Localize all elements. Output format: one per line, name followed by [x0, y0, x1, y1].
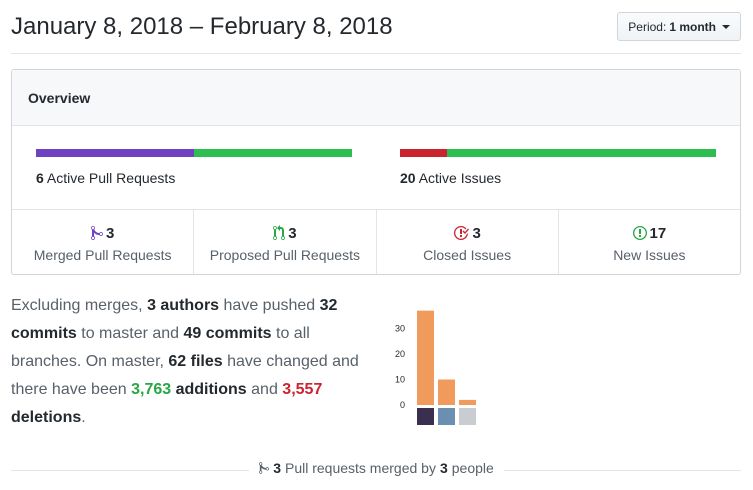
- commit-bar[interactable]: [417, 310, 434, 405]
- author-avatar[interactable]: [438, 408, 455, 425]
- active-pull-requests-label: Active Pull Requests: [46, 170, 176, 186]
- additions-count: 3,763: [131, 381, 172, 398]
- deletions-count: 3,557: [282, 381, 323, 398]
- bar-segment-new: [447, 149, 716, 157]
- commits-chart-svg: 0 10 20 30: [395, 310, 476, 425]
- commit-summary: Excluding merges, 3 authors have pushed …: [11, 292, 371, 432]
- authors-count: 3 authors: [147, 297, 220, 314]
- summary-text: have pushed: [219, 297, 320, 314]
- stat-merged-pull-requests[interactable]: 3 Merged Pull Requests: [12, 210, 195, 274]
- active-issues-label: Active Issues: [418, 170, 502, 186]
- commit-bar[interactable]: [459, 399, 476, 405]
- merged-pull-requests-footer: 3 Pull requests merged by 3 people: [0, 460, 753, 478]
- merged-pr-count: 3: [273, 460, 281, 476]
- stat-closed-issues[interactable]: 3 Closed Issues: [377, 210, 559, 274]
- people-count: 3: [439, 460, 448, 476]
- active-pull-requests-link[interactable]: 6 Active Pull Requests: [36, 170, 175, 186]
- overview-stats: 3 Merged Pull Requests 3 Proposed Pull R…: [12, 210, 740, 274]
- author-avatar[interactable]: [417, 408, 434, 425]
- git-merge-icon: [90, 225, 103, 241]
- author-avatar[interactable]: [459, 408, 476, 425]
- stat-new-issues[interactable]: 17 New Issues: [559, 210, 740, 274]
- active-issues-link[interactable]: 20 Active Issues: [400, 170, 501, 186]
- issue-opened-icon: [632, 225, 647, 241]
- merged-pull-requests-label: Merged Pull Requests: [33, 247, 172, 263]
- summary-text: .: [81, 409, 86, 426]
- bar-segment-open: [194, 149, 352, 157]
- active-pull-requests-count: 6: [36, 170, 44, 186]
- additions-label: additions: [171, 381, 247, 398]
- summary-text: and: [246, 381, 283, 398]
- caret-down-icon: [722, 24, 730, 29]
- footer-text: Pull requests merged by: [284, 460, 436, 476]
- deletions-label: deletions: [11, 409, 82, 426]
- period-label: Period:: [628, 19, 667, 34]
- page-header: January 8, 2018 – February 8, 2018 Perio…: [11, 0, 741, 54]
- bar-segment-merged: [36, 149, 194, 157]
- stat-proposed-pull-requests[interactable]: 3 Proposed Pull Requests: [194, 210, 377, 274]
- git-merge-icon: [259, 461, 270, 475]
- merged-pull-requests-count: 3: [105, 224, 115, 242]
- y-tick-label: 30: [395, 324, 405, 334]
- overview-bars: 6 Active Pull Requests 20 Active Issues: [12, 126, 740, 210]
- closed-issues-label: Closed Issues: [423, 247, 512, 263]
- period-select-button[interactable]: Period: 1 month: [617, 12, 741, 41]
- new-issues-count: 17: [649, 224, 667, 242]
- commit-bar[interactable]: [438, 379, 455, 406]
- pull-requests-bar[interactable]: [36, 149, 352, 157]
- commits-by-author-chart: 0 10 20 30: [386, 296, 546, 431]
- summary-text: to master and: [76, 325, 184, 342]
- period-value: 1 month: [669, 19, 716, 34]
- y-tick-label: 20: [395, 349, 405, 359]
- active-issues-count: 20: [400, 170, 416, 186]
- all-branches-commits-count: 49 commits: [183, 325, 272, 342]
- footer-text: people: [451, 460, 494, 476]
- proposed-pull-requests-count: 3: [288, 224, 297, 242]
- summary-text: Excluding merges,: [11, 297, 148, 314]
- overview-title: Overview: [12, 70, 740, 126]
- y-tick-label: 10: [395, 375, 405, 385]
- bar-segment-closed: [400, 149, 448, 157]
- proposed-pull-requests-label: Proposed Pull Requests: [209, 247, 360, 263]
- new-issues-label: New Issues: [613, 247, 686, 263]
- git-pull-request-icon: [273, 225, 286, 241]
- closed-issues-count: 3: [472, 224, 481, 242]
- issue-closed-icon: [453, 225, 470, 241]
- overview-panel: Overview 6 Active Pull Requests 20 Activ…: [11, 69, 741, 275]
- date-range-title: January 8, 2018 – February 8, 2018: [11, 13, 393, 40]
- issues-bar[interactable]: [400, 149, 716, 157]
- files-changed-count: 62 files: [168, 353, 223, 370]
- y-tick-label: 0: [400, 400, 405, 410]
